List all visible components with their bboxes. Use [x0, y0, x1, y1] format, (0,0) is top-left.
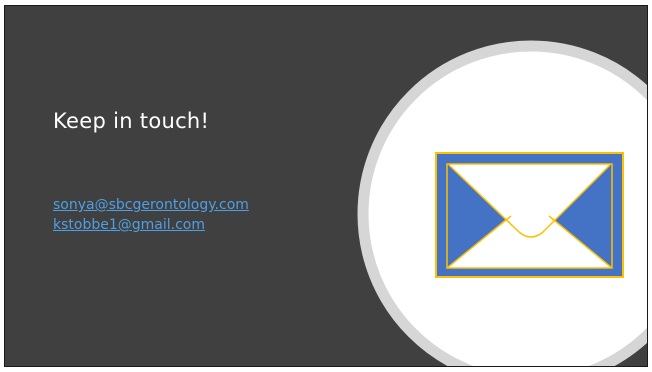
- circle-graphic: [357, 40, 647, 366]
- mail-envelope-icon: [435, 152, 624, 278]
- presentation-slide: Keep in touch! sonya@sbcgerontology.com …: [4, 5, 648, 367]
